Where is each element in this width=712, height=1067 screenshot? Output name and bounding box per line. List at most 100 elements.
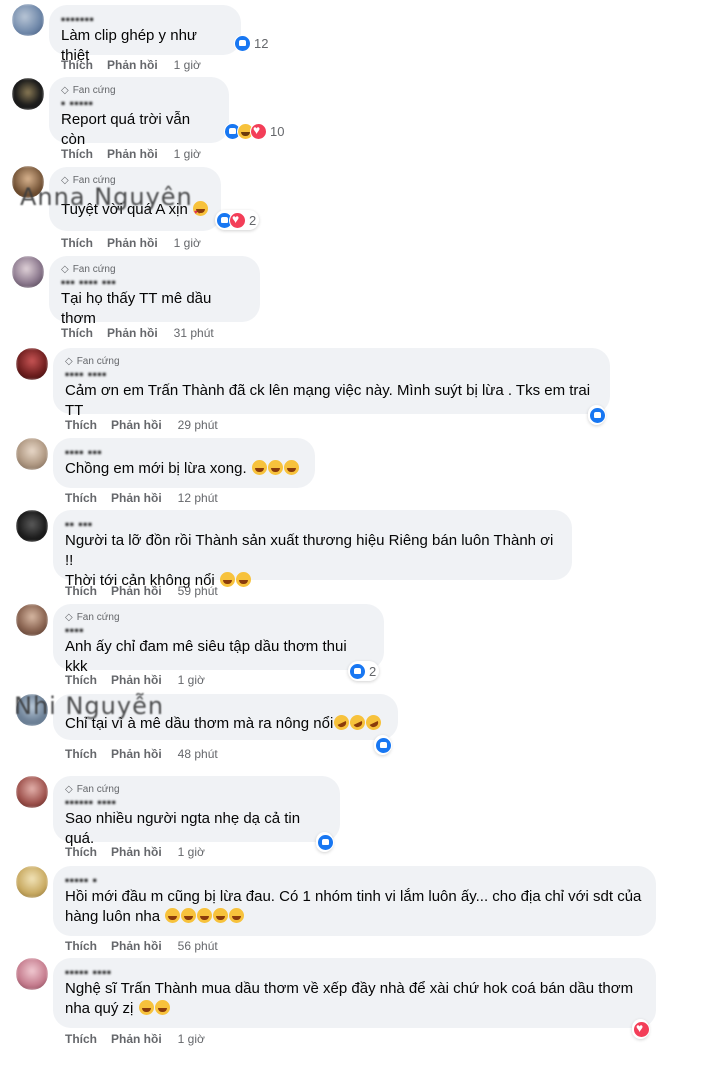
reaction-summary[interactable] — [588, 405, 606, 425]
comment-time[interactable]: 1 giờ — [174, 147, 201, 161]
comment-author-overlay: Nhi Nguyễn — [14, 692, 165, 720]
comment-author[interactable]: ▪▪▪ ▪▪▪▪ ▪▪▪ — [61, 276, 248, 289]
grin-emoji-icon — [229, 908, 245, 923]
comment-actions: Thích Phản hồi 48 phút — [65, 747, 218, 761]
like-link[interactable]: Thích — [65, 418, 97, 432]
comment-text: Tại họ thấy TT mê dầu thơm — [61, 290, 212, 327]
like-link[interactable]: Thích — [65, 673, 97, 687]
reply-link[interactable]: Phản hồi — [107, 236, 158, 250]
reply-link[interactable]: Phản hồi — [111, 418, 162, 432]
like-link[interactable]: Thích — [65, 584, 97, 598]
comment-bubble: ▪▪▪▪▪ ▪ Hồi mới đầu m cũng bị lừa đau. C… — [53, 866, 656, 936]
comment-time[interactable]: 48 phút — [178, 747, 218, 761]
like-link[interactable]: Thích — [65, 939, 97, 953]
reply-link[interactable]: Phản hồi — [111, 584, 162, 598]
grin-emoji-icon — [219, 572, 235, 587]
comment-bubble: ◇ Fan cứng ▪▪▪ ▪▪▪▪ ▪▪▪ Tại họ thấy TT mê… — [49, 256, 260, 327]
reaction-summary[interactable] — [316, 832, 334, 852]
comment-bubble: ◇ Fan cứng ▪▪▪▪ Anh ấy chỉ đam mê siêu tậ… — [53, 604, 384, 675]
like-reaction-icon — [375, 736, 392, 754]
comment-actions: Thích Phản hồi 56 phút — [65, 939, 218, 953]
comment-time[interactable]: 31 phút — [174, 326, 214, 340]
heart-eyes-emoji-icon — [193, 201, 209, 223]
reaction-summary[interactable]: 2 — [348, 661, 380, 681]
like-link[interactable]: Thích — [65, 845, 97, 859]
like-link[interactable]: Thích — [65, 491, 97, 505]
comment-bubble: ▪▪▪▪ ▪▪▪ Chồng em mới bị lừa xong. — [53, 438, 315, 488]
like-link[interactable]: Thích — [61, 326, 93, 340]
reply-link[interactable]: Phản hồi — [107, 326, 158, 340]
avatar[interactable] — [16, 958, 48, 990]
like-reaction-icon — [349, 662, 366, 680]
reply-link[interactable]: Phản hồi — [111, 673, 162, 687]
avatar[interactable] — [16, 438, 48, 470]
like-reaction-icon — [234, 34, 251, 52]
grin-emoji-icon — [283, 460, 299, 475]
comment-bubble: ▪▪ ▪▪▪ Người ta lỡ đồn rồi Thành sản xuấ… — [53, 510, 572, 589]
comment-text: Người ta lỡ đồn rồi Thành sản xuất thươn… — [65, 532, 554, 569]
comment-actions: Thích Phản hồi 1 giờ — [61, 147, 201, 161]
reply-link[interactable]: Phản hồi — [107, 147, 158, 161]
comment-time[interactable]: 29 phút — [178, 418, 218, 432]
comment-author[interactable]: ▪▪▪▪▪ ▪▪▪▪ — [65, 966, 644, 979]
reply-link[interactable]: Phản hồi — [111, 939, 162, 953]
avatar[interactable] — [12, 78, 44, 110]
like-link[interactable]: Thích — [65, 747, 97, 761]
comment-bubble: ▪▪▪▪▪▪▪ Làm clip ghép y như thiệt — [49, 5, 241, 64]
avatar[interactable] — [12, 4, 44, 36]
grin-emoji-icon — [138, 1000, 154, 1015]
reaction-summary[interactable] — [374, 735, 392, 755]
avatar[interactable] — [16, 348, 48, 380]
like-link[interactable]: Thích — [61, 147, 93, 161]
reaction-summary[interactable]: 2 — [215, 210, 260, 230]
reply-link[interactable]: Phản hồi — [111, 491, 162, 505]
comment-actions: Thích Phản hồi 1 giờ — [65, 1032, 205, 1046]
like-link[interactable]: Thích — [61, 58, 93, 72]
comment-time[interactable]: 1 giờ — [178, 845, 205, 859]
comment-text: Anh ấy chỉ đam mê siêu tập dầu thơm thui… — [65, 638, 347, 675]
comment-actions: Thích Phản hồi 1 giờ — [65, 673, 205, 687]
avatar[interactable] — [16, 866, 48, 898]
fan-badge: ◇ Fan cứng — [65, 612, 120, 623]
comment-actions: Thích Phản hồi 31 phút — [61, 326, 214, 340]
comment-author[interactable]: ▪▪▪▪ ▪▪▪▪ — [65, 368, 598, 381]
reply-link[interactable]: Phản hồi — [107, 58, 158, 72]
reaction-summary[interactable]: 10 — [223, 121, 287, 141]
avatar[interactable] — [16, 604, 48, 636]
comment-time[interactable]: 1 giờ — [178, 673, 205, 687]
comment-author[interactable]: ▪ ▪▪▪▪▪ — [61, 97, 217, 110]
grin-emoji-icon — [154, 1000, 170, 1015]
reply-link[interactable]: Phản hồi — [111, 845, 162, 859]
love-reaction-icon — [229, 211, 246, 229]
comment-author[interactable]: ▪▪▪▪ ▪▪▪ — [65, 446, 303, 459]
comment-text: Nghệ sĩ Trấn Thành mua dầu thơm về xếp đ… — [65, 980, 634, 997]
comment-author[interactable]: ▪▪ ▪▪▪ — [65, 518, 560, 531]
like-link[interactable]: Thích — [65, 1032, 97, 1046]
comment-time[interactable]: 12 phút — [178, 491, 218, 505]
comment-time[interactable]: 1 giờ — [174, 58, 201, 72]
comment-author[interactable]: ▪▪▪▪▪ ▪ — [65, 874, 644, 887]
comment-author[interactable]: ▪▪▪▪▪▪ ▪▪▪▪ — [65, 796, 328, 809]
comment-text: Hồi mới đầu m cũng bị lừa đau. Có 1 nhóm… — [65, 888, 642, 905]
comment-text-line2: hàng luôn nha — [65, 907, 644, 927]
avatar[interactable] — [12, 256, 44, 288]
comment-time[interactable]: 1 giờ — [178, 1032, 205, 1046]
avatar[interactable] — [16, 510, 48, 542]
comment-text: Report quá trời vẫn còn — [61, 111, 191, 148]
comment-actions: Thích Phản hồi 29 phút — [65, 418, 218, 432]
like-reaction-icon — [589, 406, 606, 424]
avatar[interactable] — [16, 776, 48, 808]
comment-author[interactable]: ▪▪▪▪ — [65, 624, 372, 637]
comment-author[interactable]: ▪▪▪▪▪▪▪ — [61, 13, 229, 26]
comment-time[interactable]: 59 phút — [178, 584, 218, 598]
reply-link[interactable]: Phản hồi — [111, 747, 162, 761]
comment-author-overlay: Anna Nguyên — [20, 183, 193, 211]
reaction-summary[interactable]: 12 — [233, 33, 271, 53]
grin-emoji-icon — [235, 572, 251, 587]
reaction-summary[interactable] — [632, 1019, 650, 1039]
comment-time[interactable]: 1 giờ — [174, 236, 201, 250]
reply-link[interactable]: Phản hồi — [111, 1032, 162, 1046]
comment-bubble: ◇ Fan cứng ▪▪▪▪▪▪ ▪▪▪▪ Sao nhiều người ng… — [53, 776, 340, 847]
comment-time[interactable]: 56 phút — [178, 939, 218, 953]
like-link[interactable]: Thích — [61, 236, 93, 250]
